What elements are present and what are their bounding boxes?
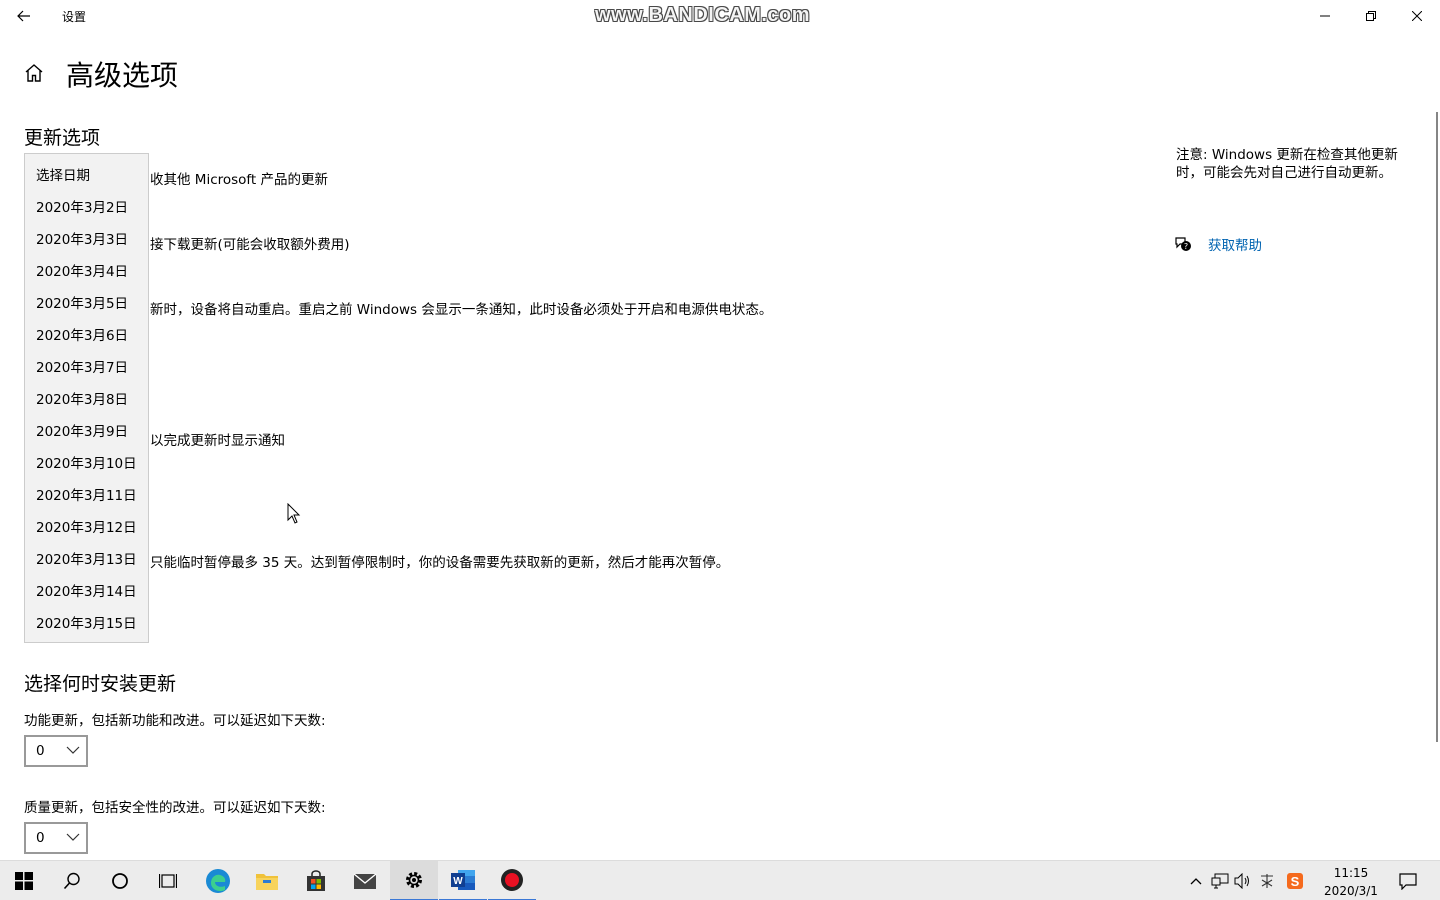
title-bar: 设置 www.BANDICAM.com (0, 0, 1440, 32)
start-button[interactable] (0, 861, 48, 900)
gear-icon (406, 872, 422, 888)
close-button[interactable] (1394, 0, 1440, 32)
quality-update-label: 质量更新，包括安全性的改进。可以延迟如下天数: (24, 800, 326, 816)
mouse-cursor-icon (287, 503, 301, 524)
dropdown-option[interactable]: 2020年3月7日 (36, 356, 128, 376)
dropdown-option[interactable]: 2020年3月8日 (36, 388, 128, 408)
store-bag-icon (307, 870, 325, 891)
input-method-tray-button[interactable] (1257, 871, 1277, 891)
windows-logo-icon (15, 872, 33, 890)
feature-update-label: 功能更新，包括新功能和改进。可以延迟如下天数: (24, 713, 326, 729)
minimize-icon (1320, 15, 1330, 17)
cortana-circle-icon (112, 873, 128, 889)
mail-button[interactable] (341, 861, 389, 900)
chevron-up-icon (1190, 878, 1202, 885)
bandicam-button[interactable] (488, 861, 536, 900)
clock-time: 11:15 (1333, 866, 1369, 880)
network-tray-button[interactable] (1210, 871, 1230, 891)
settings-button[interactable] (390, 861, 438, 900)
edge-browser-icon (206, 869, 230, 893)
restore-button[interactable] (1348, 0, 1394, 32)
dropdown-option[interactable]: 2020年3月10日 (36, 452, 137, 472)
page-title: 高级选项 (66, 59, 179, 92)
chevron-down-icon (66, 746, 80, 754)
sogou-tray-button[interactable]: S (1285, 871, 1305, 891)
update-options-heading: 更新选项 (24, 127, 101, 149)
search-icon (63, 872, 80, 890)
home-icon[interactable] (22, 61, 46, 85)
install-timing-heading: 选择何时安装更新 (24, 673, 177, 695)
dropdown-option[interactable]: 2020年3月2日 (36, 196, 128, 216)
window-title: 设置 (62, 10, 87, 24)
chevron-down-icon (66, 833, 80, 841)
clock-date: 2020/3/1 (1324, 884, 1378, 898)
edge-button[interactable] (194, 861, 242, 900)
minimize-button[interactable] (1302, 0, 1348, 32)
dropdown-option[interactable]: 2020年3月5日 (36, 292, 128, 312)
search-button[interactable] (48, 861, 96, 900)
chat-help-icon: ? (1175, 237, 1191, 251)
dropdown-option[interactable]: 2020年3月12日 (36, 516, 137, 536)
quality-defer-value: 0 (36, 830, 45, 846)
scrollbar[interactable] (1436, 112, 1438, 742)
dropdown-option[interactable]: 2020年3月9日 (36, 420, 128, 440)
volume-tray-button[interactable] (1233, 871, 1253, 891)
svg-text:S: S (1291, 874, 1300, 889)
task-view-icon (159, 874, 177, 888)
dropdown-option[interactable]: 2020年3月13日 (36, 548, 137, 568)
auto-restart-description: 新时，设备将自动重启。重启之前 Windows 会显示一条通知，此时设备必须处于… (150, 302, 773, 318)
input-method-icon (1261, 874, 1273, 888)
pause-date-dropdown[interactable]: 选择日期 2020年3月2日 2020年3月3日 2020年3月4日 2020年… (24, 153, 149, 643)
show-hidden-icons-button[interactable] (1186, 871, 1206, 891)
feature-defer-value: 0 (36, 743, 45, 759)
dropdown-option[interactable]: 2020年3月11日 (36, 484, 137, 504)
dropdown-option[interactable]: 2020年3月14日 (36, 580, 137, 600)
back-arrow-icon (17, 10, 30, 22)
update-note: 注意: Windows 更新在检查其他更新时，可能会先对自己进行自动更新。 (1176, 147, 1398, 181)
record-icon (501, 869, 523, 891)
folder-icon (256, 874, 278, 890)
word-button[interactable]: W (439, 861, 487, 900)
speaker-icon (1234, 873, 1249, 889)
dropdown-option[interactable]: 2020年3月4日 (36, 260, 128, 280)
feature-defer-select[interactable]: 0 (24, 735, 88, 767)
svg-text:W: W (453, 876, 463, 887)
other-products-toggle-label: 收其他 Microsoft 产品的更新 (150, 172, 329, 188)
restart-notification-label: 以完成更新时显示通知 (150, 433, 285, 449)
task-view-button[interactable] (144, 861, 192, 900)
word-icon: W (451, 870, 475, 890)
action-center-button[interactable] (1388, 861, 1428, 900)
quality-defer-select[interactable]: 0 (24, 822, 88, 854)
notification-icon (1399, 873, 1417, 890)
dropdown-option[interactable]: 2020年3月3日 (36, 228, 128, 248)
metered-download-toggle-label: 接下载更新(可能会收取额外费用) (150, 237, 350, 253)
recording-watermark: www.BANDICAM.com (595, 4, 811, 26)
mail-envelope-icon (353, 873, 377, 889)
restore-icon (1366, 11, 1376, 21)
store-button[interactable] (292, 861, 340, 900)
network-icon (1211, 873, 1229, 889)
close-icon (1412, 11, 1422, 21)
dropdown-option[interactable]: 2020年3月15日 (36, 612, 137, 632)
file-explorer-button[interactable] (243, 861, 291, 900)
sogou-s-icon: S (1287, 873, 1303, 889)
get-help-link[interactable]: ? 获取帮助 (1174, 234, 1262, 254)
get-help-label[interactable]: 获取帮助 (1208, 234, 1262, 254)
pause-description: 只能临时暂停最多 35 天。达到暂停限制时，你的设备需要先获取新的更新，然后才能… (150, 555, 730, 571)
svg-text:?: ? (1184, 242, 1188, 251)
dropdown-option[interactable]: 选择日期 (36, 164, 90, 184)
back-button[interactable] (0, 0, 48, 32)
taskbar: W S 11:15 2020/3/1 (0, 860, 1440, 900)
taskbar-clock[interactable]: 11:15 2020/3/1 (1318, 864, 1384, 900)
cortana-button[interactable] (96, 861, 144, 900)
dropdown-option[interactable]: 2020年3月6日 (36, 324, 128, 344)
